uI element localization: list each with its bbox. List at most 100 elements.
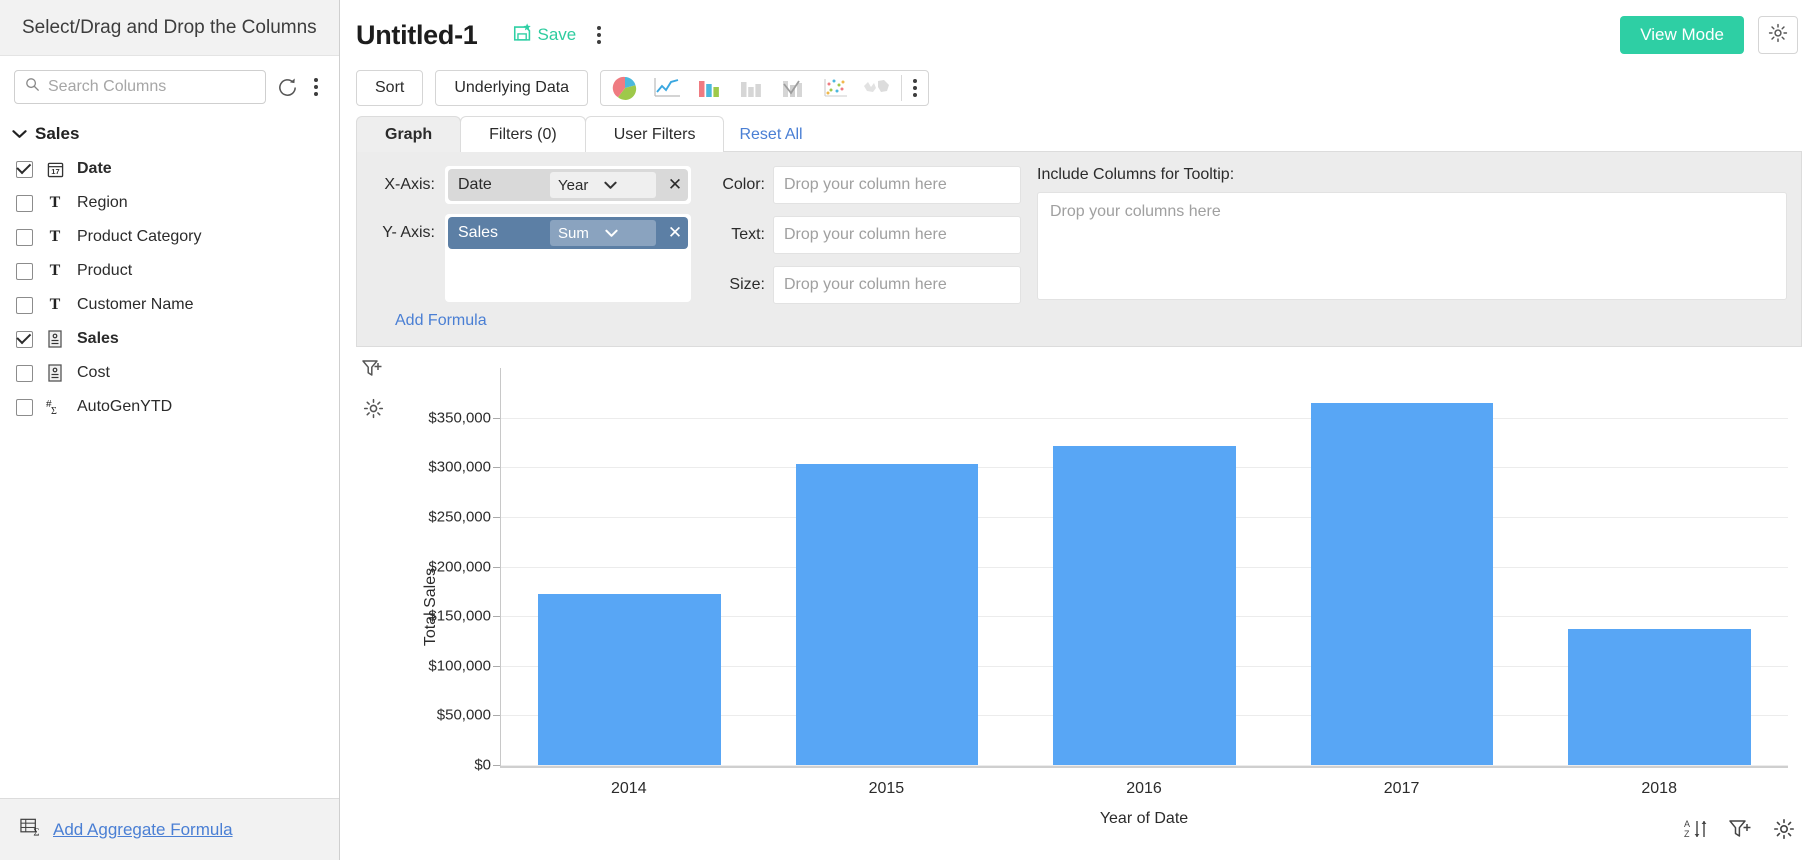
sidebar-item-region[interactable]: T Region	[0, 186, 339, 220]
add-aggregate-formula-link[interactable]: Add Aggregate Formula	[53, 820, 233, 840]
x-axis-remove-icon[interactable]: ✕	[662, 175, 688, 195]
sidebar-item-label: Sales	[77, 330, 119, 348]
sidebar-group-sales[interactable]: Sales	[0, 114, 339, 152]
shelves-panel: X-Axis: Date Year ✕	[356, 151, 1802, 347]
y-axis-label: Y- Axis:	[367, 214, 445, 242]
main-panel: Untitled-1 Save View Mode Sort Underlyin…	[340, 0, 1818, 860]
chart-area: Total Sales $0$50,000$100,000$150,000$20…	[356, 354, 1802, 860]
sidebar-item-autogenytd[interactable]: #Σ AutoGenYTD	[0, 390, 339, 424]
sidebar-item-label: Customer Name	[77, 296, 193, 314]
chart-settings-gear-icon[interactable]	[362, 397, 385, 425]
color-label: Color:	[717, 176, 773, 194]
bar-2016[interactable]	[1053, 446, 1236, 765]
color-row: Color: Drop your column here	[717, 166, 1037, 204]
checkbox-region[interactable]	[16, 195, 33, 212]
y-tick-label: $150,000	[428, 608, 491, 625]
checkbox-cost[interactable]	[16, 365, 33, 382]
header-menu-icon[interactable]	[590, 21, 608, 49]
view-mode-button[interactable]: View Mode	[1620, 16, 1744, 54]
add-filter-icon[interactable]	[1728, 817, 1754, 846]
checkbox-customer-name[interactable]	[16, 297, 33, 314]
sidebar-item-customer-name[interactable]: T Customer Name	[0, 288, 339, 322]
scatter-chart-icon[interactable]	[815, 72, 855, 104]
bar-cell	[1273, 368, 1530, 765]
sidebar-item-label: Cost	[77, 364, 110, 382]
y-tick-label: $50,000	[437, 707, 491, 724]
y-axis-pill[interactable]: Sales Sum ✕	[448, 217, 688, 249]
bar-2017[interactable]	[1311, 403, 1494, 765]
line-chart-icon[interactable]	[647, 72, 687, 104]
tooltip-shelf: Include Columns for Tooltip: Drop your c…	[1037, 166, 1801, 330]
tooltip-dropzone[interactable]: Drop your columns here	[1037, 192, 1787, 300]
tab-user-filters[interactable]: User Filters	[585, 116, 725, 152]
page-title: Untitled-1	[356, 20, 478, 51]
checkbox-product[interactable]	[16, 263, 33, 280]
search-columns-box[interactable]	[14, 70, 266, 104]
settings-button[interactable]	[1758, 16, 1798, 54]
x-axis-pill[interactable]: Date Year ✕	[448, 169, 688, 201]
bar-2014[interactable]	[538, 594, 721, 766]
column-chart-icon[interactable]	[689, 72, 729, 104]
chart-toolbar: Sort Underlying Data	[340, 70, 1818, 116]
formula-column-icon: #Σ	[45, 398, 65, 416]
gear-icon[interactable]	[1772, 817, 1796, 846]
checkbox-product-category[interactable]	[16, 229, 33, 246]
y-axis-pill-name: Sales	[458, 224, 544, 242]
search-input[interactable]	[48, 78, 255, 96]
top-bar: Untitled-1 Save View Mode	[340, 0, 1818, 70]
y-axis-remove-icon[interactable]: ✕	[662, 223, 688, 243]
underlying-data-button[interactable]: Underlying Data	[435, 70, 588, 106]
text-dropzone[interactable]: Drop your column here	[773, 216, 1021, 254]
y-tick-label: $250,000	[428, 508, 491, 525]
chart-type-group	[600, 70, 929, 106]
size-dropzone[interactable]: Drop your column here	[773, 266, 1021, 304]
text-label: Text:	[717, 226, 773, 244]
y-axis-dropzone[interactable]: Sales Sum ✕	[445, 214, 691, 302]
sidebar-item-cost[interactable]: Cost	[0, 356, 339, 390]
chevron-down-icon	[605, 225, 618, 242]
add-formula-link[interactable]: Add Formula	[395, 312, 717, 330]
bar-cell	[758, 368, 1015, 765]
text-row: Text: Drop your column here	[717, 216, 1037, 254]
tab-filters[interactable]: Filters (0)	[460, 116, 586, 152]
measure-column-icon	[45, 330, 65, 348]
sort-az-icon[interactable]: AZ	[1684, 817, 1710, 846]
add-filter-icon[interactable]	[361, 358, 385, 385]
x-axis-aggregation-select[interactable]: Year	[550, 172, 656, 198]
y-tick-label: $100,000	[428, 657, 491, 674]
save-button[interactable]: Save	[512, 22, 577, 49]
refresh-icon[interactable]	[276, 76, 299, 99]
gear-icon	[1767, 22, 1789, 49]
text-column-icon: T	[45, 194, 65, 212]
sidebar-menu-icon[interactable]	[309, 73, 323, 101]
x-axis-dropzone[interactable]: Date Year ✕	[445, 166, 691, 204]
checkbox-date[interactable]	[16, 161, 33, 178]
reset-all-link[interactable]: Reset All	[739, 126, 802, 144]
sidebar-item-label: Product Category	[77, 228, 202, 246]
svg-text:Z: Z	[1684, 829, 1690, 839]
color-dropzone[interactable]: Drop your column here	[773, 166, 1021, 204]
x-tick-label: 2014	[500, 780, 758, 798]
tab-graph[interactable]: Graph	[356, 116, 461, 152]
checkbox-sales[interactable]	[16, 331, 33, 348]
y-tick-mark	[493, 418, 500, 419]
sidebar-item-sales[interactable]: Sales	[0, 322, 339, 356]
bar-chart-icon[interactable]	[731, 72, 771, 104]
sidebar-item-product[interactable]: T Product	[0, 254, 339, 288]
y-tick-mark	[493, 616, 500, 617]
combo-chart-icon[interactable]	[773, 72, 813, 104]
x-axis-tick-labels: 20142015201620172018	[500, 780, 1788, 798]
y-axis-aggregation-value: Sum	[558, 225, 589, 242]
sidebar-item-product-category[interactable]: T Product Category	[0, 220, 339, 254]
map-chart-icon[interactable]	[857, 72, 897, 104]
sort-button[interactable]: Sort	[356, 70, 423, 106]
sidebar-item-date[interactable]: 17 Date	[0, 152, 339, 186]
pie-chart-icon[interactable]	[605, 72, 645, 104]
bar-2018[interactable]	[1568, 629, 1751, 765]
chart-toolbar-menu-icon[interactable]	[906, 74, 924, 102]
bar-2015[interactable]	[796, 464, 979, 765]
checkbox-autogenytd[interactable]	[16, 399, 33, 416]
y-axis-aggregation-select[interactable]: Sum	[550, 220, 656, 246]
y-tick-label: $300,000	[428, 459, 491, 476]
x-axis-row: X-Axis: Date Year ✕	[367, 166, 717, 204]
